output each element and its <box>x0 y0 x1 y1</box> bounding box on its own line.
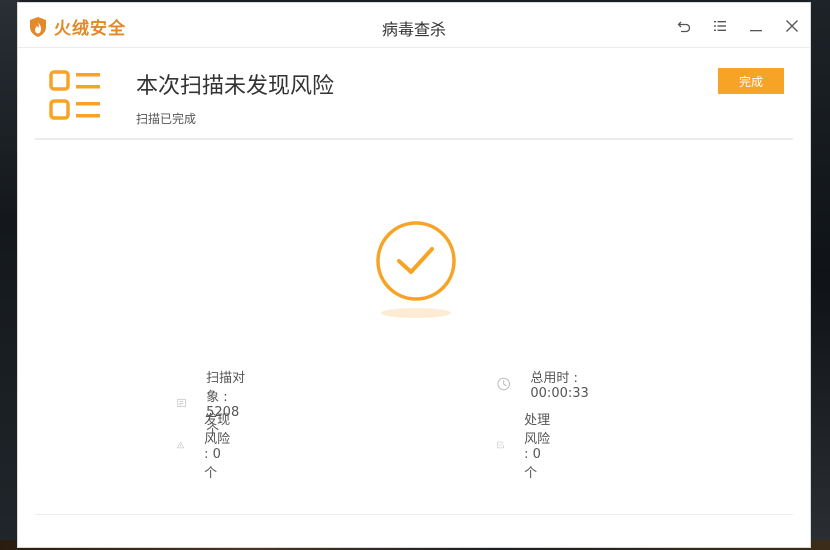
result-status: 扫描已完成 <box>136 112 197 126</box>
clock-icon <box>497 377 510 391</box>
result-header: 本次扫描未发现风险 扫描已完成 完成 <box>35 48 793 140</box>
checkbox-icon <box>497 441 504 449</box>
minimize-button[interactable] <box>738 3 774 48</box>
footer-divider <box>35 514 793 515</box>
stat-elapsed-label: 总用时 : 00:00:33 <box>530 371 589 401</box>
close-icon <box>786 19 798 32</box>
stat-risks-handled-label: 处理风险 : 0个 <box>524 413 551 481</box>
menu-icon <box>714 20 726 31</box>
warning-icon <box>177 441 185 449</box>
antivirus-window: 火绒安全 病毒查杀 本次扫描未发现风险 扫描已完成 完成 扫描对象: 5208… <box>17 2 811 548</box>
result-headline: 本次扫描未发现风险 <box>136 74 335 99</box>
desktop-background <box>808 0 830 550</box>
stat-elapsed: 总用时 : 00:00:33 <box>497 367 597 401</box>
check-shadow <box>381 308 451 318</box>
minimize-icon <box>750 29 762 31</box>
report-icon <box>49 70 100 120</box>
menu-button[interactable] <box>702 3 738 48</box>
window-controls <box>666 3 810 48</box>
back-icon <box>677 21 691 32</box>
stat-risks-found: 发现风险 : 0个 <box>177 409 232 481</box>
stat-risks-found-label: 发现风险 : 0个 <box>204 413 231 481</box>
stat-risks-handled: 处理风险 : 0个 <box>497 409 552 481</box>
success-check-icon <box>376 221 456 301</box>
title-bar: 火绒安全 病毒查杀 <box>18 3 810 48</box>
done-button[interactable]: 完成 <box>718 68 784 94</box>
close-button[interactable] <box>774 3 810 48</box>
back-button[interactable] <box>666 3 702 48</box>
